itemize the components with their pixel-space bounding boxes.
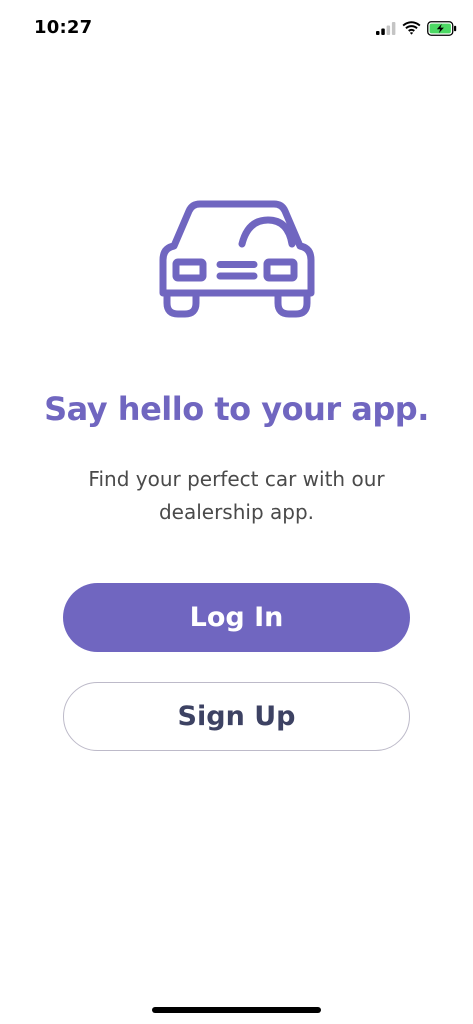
- signup-button[interactable]: Sign Up: [63, 682, 410, 751]
- subtitle: Find your perfect car with our dealershi…: [88, 467, 385, 524]
- status-icons: [376, 18, 457, 38]
- home-indicator[interactable]: [152, 1007, 321, 1013]
- car-icon: [159, 200, 315, 318]
- cellular-signal-icon: [376, 21, 396, 35]
- battery-charging-icon: [427, 20, 457, 36]
- login-button[interactable]: Log In: [63, 583, 410, 652]
- headline: Say hello to your app.: [44, 390, 429, 428]
- welcome-screen: 10:27 Say hello to your app. Find your p…: [0, 0, 473, 1024]
- status-time: 10:27: [34, 17, 93, 38]
- status-bar: 10:27: [0, 0, 473, 56]
- wifi-icon: [402, 21, 421, 35]
